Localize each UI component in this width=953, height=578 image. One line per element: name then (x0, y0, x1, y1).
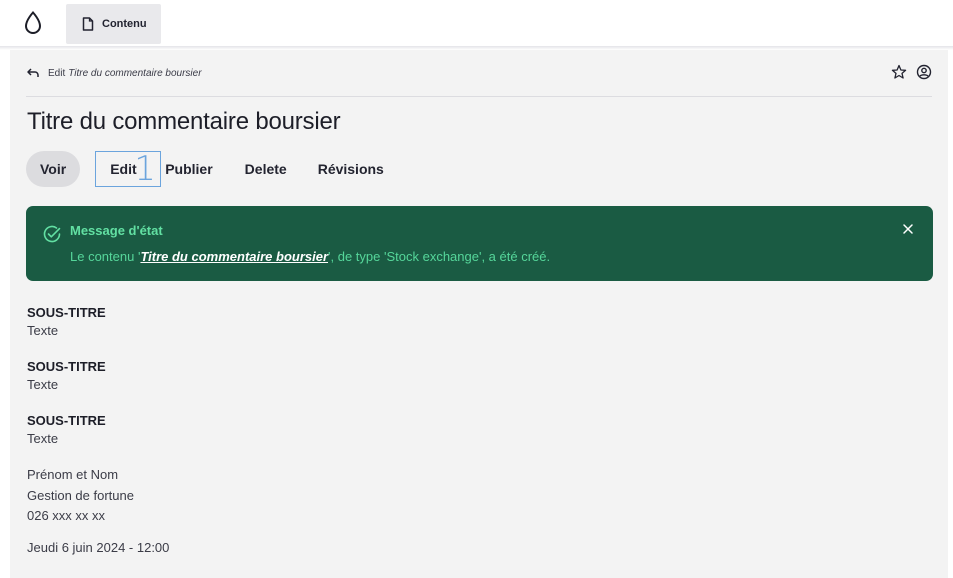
publication-date: Jeudi 6 juin 2024 - 12:00 (27, 540, 170, 555)
toolbar-tab-contenu[interactable]: Contenu (66, 4, 161, 44)
field-sous-titre: SOUS-TITRE Texte (27, 359, 106, 392)
status-message: Message d'état Le contenu 'Titre du comm… (26, 206, 933, 281)
field-sous-titre: SOUS-TITRE Texte (27, 305, 106, 338)
contact-name: Prénom et Nom (27, 467, 119, 482)
drupal-drop-icon[interactable] (22, 10, 44, 36)
contact-block: Prénom et Nom Gestion de fortune 026 xxx… (27, 465, 134, 527)
field-label: SOUS-TITRE (27, 305, 106, 320)
breadcrumb-title: Titre du commentaire boursier (68, 67, 202, 79)
status-text: Le contenu 'Titre du commentaire boursie… (70, 249, 550, 264)
status-title: Message d'état (70, 223, 163, 238)
field-value: Texte (27, 323, 59, 338)
field-sous-titre: SOUS-TITRE Texte (27, 413, 106, 446)
user-circle-icon[interactable] (916, 64, 932, 80)
page-title: Titre du commentaire boursier (27, 108, 341, 135)
tab-edit[interactable]: Edit 1 (95, 149, 162, 189)
tab-publier[interactable]: Publier (165, 151, 212, 187)
tab-voir[interactable]: Voir (26, 151, 81, 187)
page-content: Edit Titre du commentaire boursier Titre… (10, 50, 948, 578)
breadcrumb-prefix: Edit (48, 67, 66, 79)
tab-delete[interactable]: Delete (245, 151, 287, 187)
tab-edit-label: Edit (110, 161, 137, 177)
content-link[interactable]: Titre du commentaire boursier (140, 249, 328, 264)
field-label: SOUS-TITRE (27, 413, 106, 428)
close-icon[interactable] (901, 222, 915, 236)
check-circle-icon (42, 224, 62, 244)
top-actions (891, 64, 932, 80)
contact-role: Gestion de fortune (27, 487, 134, 503)
star-icon[interactable] (891, 64, 907, 80)
field-label: SOUS-TITRE (27, 359, 106, 374)
field-value: Texte (27, 431, 59, 446)
field-value: Texte (27, 377, 59, 392)
contact-phone: 026 xxx xx xx (27, 508, 106, 523)
toolbar-tab-label: Contenu (102, 18, 147, 30)
status-text-before: Le contenu ' (70, 249, 141, 264)
back-arrow-icon[interactable] (26, 66, 40, 80)
local-tasks-tabs: Voir Edit 1 Publier Delete Révisions (26, 151, 384, 187)
breadcrumb: Edit Titre du commentaire boursier (26, 50, 932, 97)
document-icon (82, 17, 94, 31)
status-text-after: ', de type 'Stock exchange', a été créé. (328, 249, 551, 264)
tab-revisions[interactable]: Révisions (318, 151, 384, 187)
admin-toolbar: Contenu (0, 0, 953, 46)
annotation-marker: 1 (134, 149, 156, 189)
